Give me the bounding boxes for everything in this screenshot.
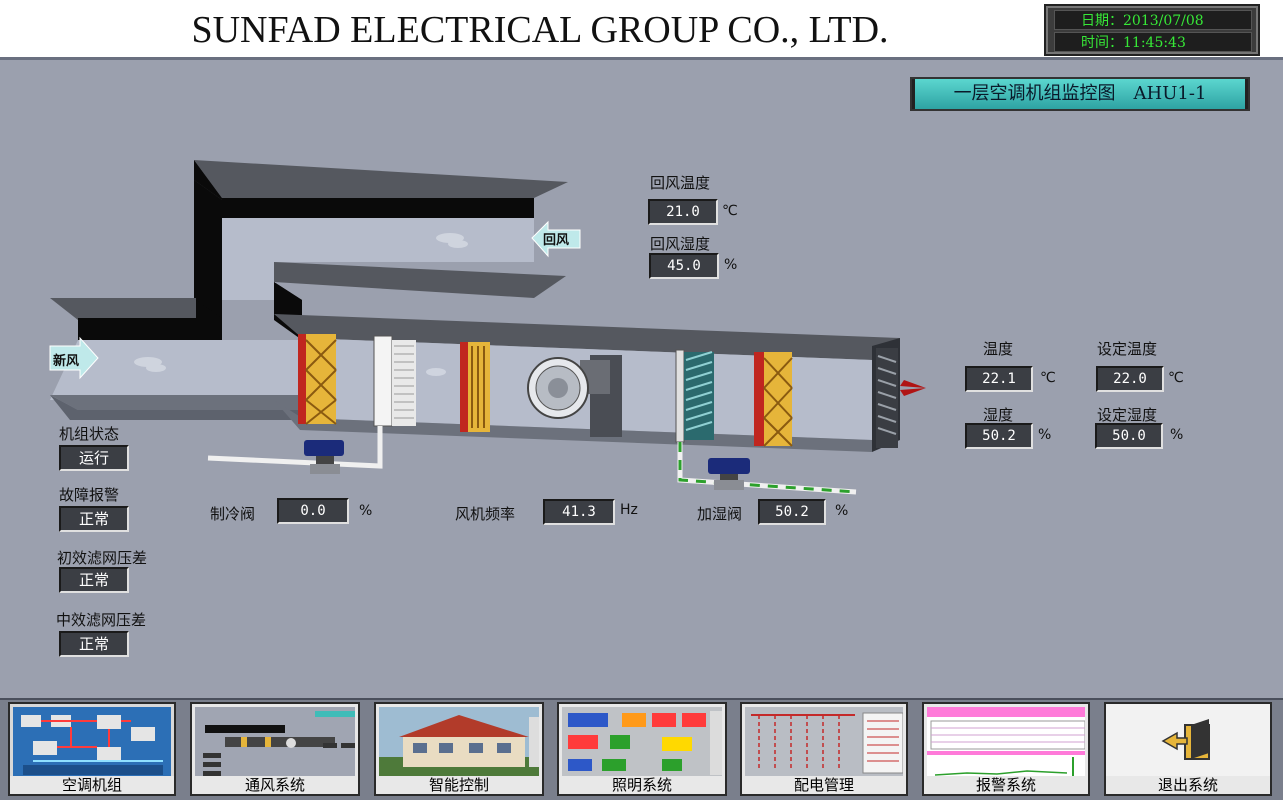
fan-frequency-value: 41.3 (543, 499, 615, 525)
ventilation-thumbnail (195, 707, 355, 779)
fault-alarm-value: 正常 (59, 506, 129, 532)
humidify-valve-value: 50.2 (758, 499, 826, 525)
primary-filter-dp-label: 初效滤网压差 (57, 549, 148, 567)
return-temp-unit: ℃ (722, 203, 738, 219)
nav-bar: 空调机组 通风系统 智能控制 照明系统 配电管理 报警系统 退出系统 (0, 698, 1283, 800)
return-air-duct (194, 160, 568, 340)
humidify-valve-actuator[interactable] (708, 458, 750, 490)
outlet-louver (876, 348, 926, 448)
set-humidity-unit: % (1170, 427, 1184, 443)
set-temp-unit: ℃ (1168, 370, 1184, 386)
primary-filter (298, 334, 337, 425)
hvac-thumbnail (13, 707, 171, 779)
final-filter (754, 352, 793, 447)
fault-alarm-label: 故障报警 (59, 486, 120, 504)
nav-label: 退出系统 (1106, 776, 1270, 794)
exit-thumbnail (1109, 707, 1267, 779)
set-temp-label: 设定温度 (1097, 340, 1158, 358)
cooling-valve-label: 制冷阀 (210, 505, 256, 523)
nav-smart-control-button[interactable]: 智能控制 (374, 702, 544, 796)
return-humidity-unit: % (724, 257, 738, 273)
return-temp-value: 21.0 (648, 199, 718, 225)
humidify-valve-unit: % (835, 503, 849, 519)
power-thumbnail (745, 707, 903, 779)
medium-filter (460, 342, 490, 432)
nav-hvac-units-button[interactable]: 空调机组 (8, 702, 176, 796)
humidify-valve-label: 加湿阀 (697, 505, 743, 523)
return-humidity-label: 回风湿度 (650, 235, 711, 253)
cooling-valve-value: 0.0 (277, 498, 349, 524)
unit-state-label: 机组状态 (59, 425, 120, 443)
supply-humidity-unit: % (1038, 427, 1052, 443)
set-humidity-label: 设定湿度 (1097, 406, 1158, 424)
supply-temp-label: 温度 (983, 340, 1014, 358)
nav-ventilation-button[interactable]: 通风系统 (190, 702, 360, 796)
exit-door-icon (1161, 719, 1210, 760)
nav-label: 智能控制 (376, 776, 542, 794)
alarm-thumbnail (927, 707, 1085, 779)
lighting-thumbnail (562, 707, 722, 779)
nav-label: 照明系统 (559, 776, 725, 794)
fan-frequency-label: 风机频率 (455, 505, 516, 523)
screen-title-plate: 一层空调机组监控图 AHU1-1 (910, 77, 1250, 111)
nav-exit-button[interactable]: 退出系统 (1104, 702, 1272, 796)
cooling-coil (373, 335, 416, 427)
nav-power-distribution-button[interactable]: 配电管理 (740, 702, 908, 796)
humidifier-section (675, 349, 714, 443)
return-humidity-value: 45.0 (649, 253, 719, 279)
nav-label: 配电管理 (742, 776, 906, 794)
nav-lighting-button[interactable]: 照明系统 (557, 702, 727, 796)
nav-label: 空调机组 (10, 776, 174, 794)
primary-filter-dp-value: 正常 (59, 567, 129, 593)
return-air-label: 回风 (543, 233, 570, 248)
medium-filter-dp-value: 正常 (59, 631, 129, 657)
return-temp-label: 回风温度 (650, 174, 711, 192)
supply-humidity-label: 湿度 (983, 406, 1014, 424)
cooling-valve-actuator[interactable] (304, 440, 344, 474)
supply-temp-unit: ℃ (1040, 370, 1056, 386)
nav-label: 通风系统 (192, 776, 358, 794)
unit-state-value: 运行 (59, 445, 129, 471)
medium-filter-dp-label: 中效滤网压差 (56, 611, 147, 629)
nav-label: 报警系统 (924, 776, 1088, 794)
supply-humidity-value: 50.2 (965, 423, 1033, 449)
set-temp-value[interactable]: 22.0 (1096, 366, 1164, 392)
supply-temp-value: 22.1 (965, 366, 1033, 392)
nav-alarm-system-button[interactable]: 报警系统 (922, 702, 1090, 796)
fresh-air-label: 新风 (53, 354, 80, 369)
building-thumbnail (379, 707, 539, 779)
set-humidity-value[interactable]: 50.0 (1095, 423, 1163, 449)
fan-frequency-unit: Hz (620, 502, 638, 518)
cooling-valve-unit: % (359, 503, 373, 519)
